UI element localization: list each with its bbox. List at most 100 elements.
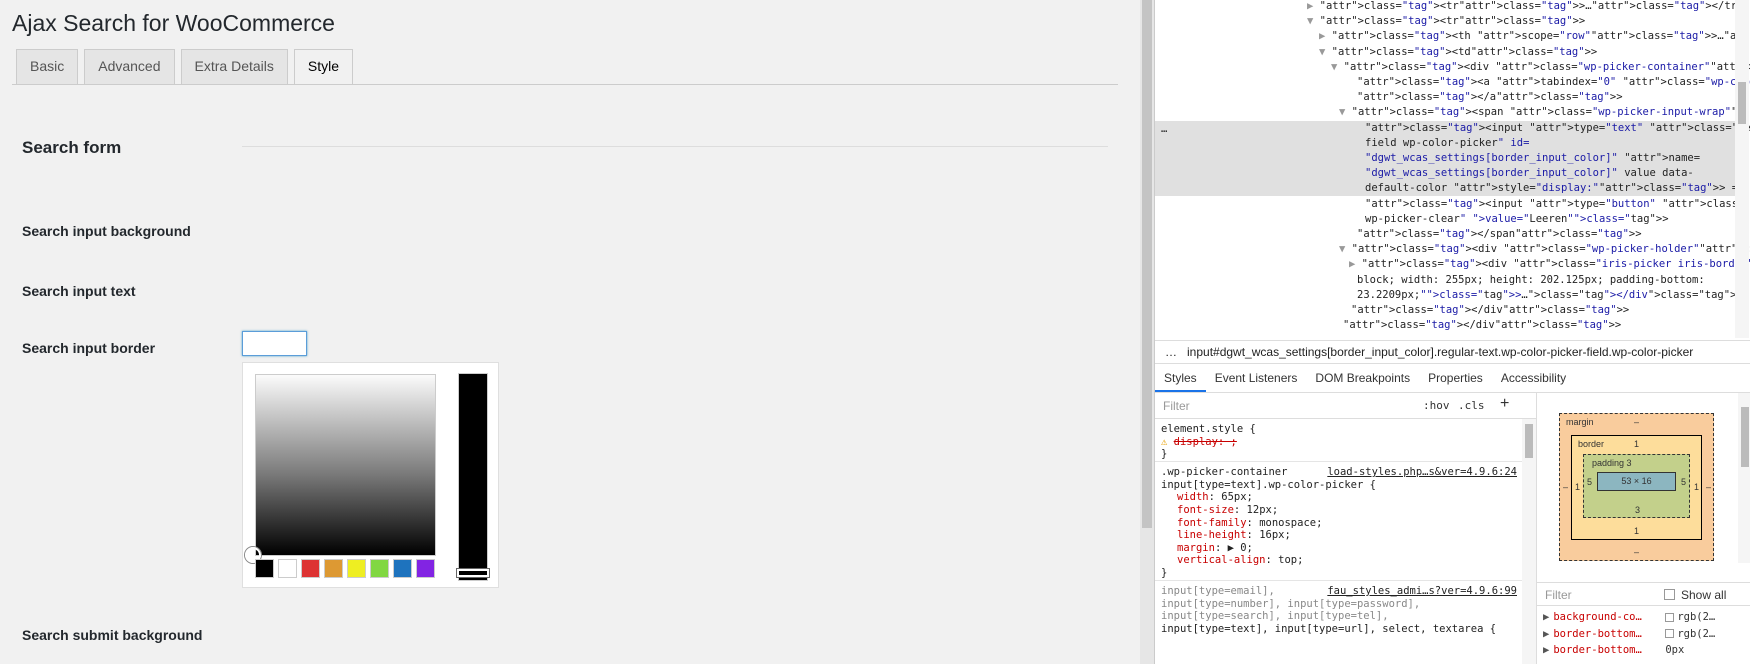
- computed-filter-bar: Filter Show all: [1537, 582, 1750, 606]
- page-scrollbar-thumb[interactable]: [1142, 0, 1152, 528]
- class-toggle[interactable]: .cls: [1458, 399, 1485, 412]
- selected-node-menu-icon[interactable]: …: [1161, 122, 1167, 137]
- margin-label: margin: [1566, 417, 1594, 427]
- tab-advanced[interactable]: Advanced: [84, 49, 175, 84]
- margin-left[interactable]: –: [1563, 482, 1568, 492]
- breadcrumb-selected-node[interactable]: input#dgwt_wcas_settings[border_input_co…: [1187, 345, 1693, 359]
- devtools-breadcrumb[interactable]: … input#dgwt_wcas_settings[border_input_…: [1155, 340, 1750, 364]
- tab-styles[interactable]: Styles: [1155, 364, 1206, 392]
- devtools-subtabs: Styles Event Listeners DOM Breakpoints P…: [1155, 364, 1750, 393]
- dom-node-line[interactable]: "attr">class="tag"></span"attr">class="t…: [1155, 227, 1735, 242]
- breadcrumb-ellipsis[interactable]: …: [1165, 345, 1177, 359]
- dom-node-line[interactable]: ▶ "attr">class="tag"><div "attr">class="…: [1155, 257, 1750, 272]
- dom-node-line[interactable]: ▼ "attr">class="tag"><span "attr">class=…: [1155, 105, 1750, 120]
- rule-close-brace[interactable]: }: [1161, 566, 1521, 580]
- dom-node-line[interactable]: "dgwt_wcas_settings[border_input_color]"…: [1155, 166, 1735, 182]
- dom-node-line[interactable]: "dgwt_wcas_settings[border_input_color]"…: [1155, 151, 1735, 166]
- rule-close-brace[interactable]: }: [1161, 447, 1521, 461]
- show-all-checkbox[interactable]: [1664, 589, 1675, 600]
- palette-swatch[interactable]: [324, 559, 343, 578]
- color-picker: [242, 362, 499, 588]
- elements-tree: ▶ "attr">class="tag"><tr"attr">class="ta…: [1155, 0, 1750, 338]
- border-label: border: [1578, 439, 1605, 449]
- tab-accessibility[interactable]: Accessibility: [1492, 364, 1575, 392]
- padding-label[interactable]: padding 3: [1592, 458, 1632, 468]
- box-model-scrollbar[interactable]: [1738, 393, 1750, 563]
- page-title: Ajax Search for WooCommerce: [12, 10, 335, 36]
- dom-node-line[interactable]: wp-picker-clear" ">value="Leeren"">class…: [1155, 212, 1735, 227]
- css-selector[interactable]: input[type=text], input[type=url], selec…: [1161, 622, 1521, 636]
- saturation-square[interactable]: [255, 374, 436, 556]
- label-search-input-background: Search input background: [22, 223, 191, 239]
- dom-node-line[interactable]: 23.2209px;"">class="tag">>…">class="tag"…: [1155, 288, 1743, 303]
- box-margin: margin – – – – border 1 1 1 1 padding 3 …: [1559, 413, 1714, 561]
- computed-property[interactable]: ▶ border-bottom… rgb(2…: [1543, 626, 1715, 642]
- computed-property[interactable]: ▶ border-bottom… 0px: [1543, 642, 1684, 658]
- color-palette: [255, 559, 435, 578]
- palette-swatch[interactable]: [416, 559, 435, 578]
- margin-right[interactable]: –: [1706, 482, 1711, 492]
- palette-swatch[interactable]: [278, 559, 297, 578]
- palette-swatch[interactable]: [347, 559, 366, 578]
- dom-node-line[interactable]: "attr">class="tag"><a "attr">tabindex="0…: [1155, 75, 1750, 90]
- hue-slider-handle[interactable]: [457, 569, 489, 577]
- tab-basic[interactable]: Basic: [16, 49, 79, 84]
- settings-tabs: Basic Advanced Extra Details Style: [16, 49, 353, 85]
- margin-bottom[interactable]: –: [1634, 547, 1639, 557]
- border-color-input[interactable]: [242, 331, 307, 356]
- margin-top[interactable]: –: [1634, 417, 1639, 427]
- show-all-label[interactable]: Show all: [1681, 588, 1726, 602]
- dom-node-line[interactable]: ▼ "attr">class="tag"><div "attr">class="…: [1155, 60, 1750, 75]
- hue-strip[interactable]: [458, 373, 488, 581]
- tab-event-listeners[interactable]: Event Listeners: [1206, 364, 1307, 392]
- palette-swatch[interactable]: [301, 559, 320, 578]
- dom-node-line[interactable]: ▼ "attr">class="tag"><div "attr">class="…: [1155, 242, 1750, 257]
- dom-node-line[interactable]: ▼ "attr">class="tag"><td"attr">class="ta…: [1155, 45, 1735, 60]
- palette-swatch[interactable]: [393, 559, 412, 578]
- box-padding: padding 3 3 5 5 53 × 16: [1583, 454, 1690, 518]
- dom-node-line[interactable]: ▶ "attr">class="tag"><tr"attr">class="ta…: [1155, 0, 1750, 14]
- dom-node-line[interactable]: field wp-color-picker" id=: [1155, 135, 1735, 151]
- border-top[interactable]: 1: [1634, 439, 1639, 449]
- box-content-size[interactable]: 53 × 16: [1597, 472, 1676, 491]
- box-model-pane: margin – – – – border 1 1 1 1 padding 3 …: [1536, 393, 1750, 664]
- rule-separator: [1155, 580, 1522, 581]
- devtools-panel: ▶ "attr">class="tag"><tr"attr">class="ta…: [1154, 0, 1750, 664]
- box-model-scrollbar-thumb[interactable]: [1741, 407, 1749, 467]
- padding-right[interactable]: 5: [1681, 477, 1686, 487]
- border-bottom[interactable]: 1: [1634, 526, 1639, 536]
- dom-node-line[interactable]: "attr">class="tag"><input "attr">type="b…: [1155, 197, 1750, 212]
- palette-swatch[interactable]: [370, 559, 389, 578]
- page-scrollbar[interactable]: [1140, 0, 1154, 664]
- new-rule-icon[interactable]: +: [1500, 395, 1509, 413]
- computed-filter-input[interactable]: Filter: [1545, 588, 1572, 602]
- dom-node-line[interactable]: "attr">class="tag"></a"attr">class="tag"…: [1155, 90, 1735, 105]
- box-border: border 1 1 1 1 padding 3 3 5 5 53 × 16: [1571, 435, 1702, 540]
- computed-property[interactable]: ▶ background-co… rgb(2…: [1543, 609, 1715, 625]
- padding-left[interactable]: 5: [1587, 477, 1592, 487]
- tab-style[interactable]: Style: [293, 49, 353, 85]
- hover-state-toggle[interactable]: :hov: [1423, 399, 1450, 412]
- styles-scrollbar-thumb[interactable]: [1525, 424, 1533, 458]
- palette-swatch[interactable]: [255, 559, 274, 578]
- section-title: Search form: [22, 138, 122, 157]
- tab-properties[interactable]: Properties: [1419, 364, 1492, 392]
- dom-node-line[interactable]: "attr">class="tag"></div"attr">class="ta…: [1155, 318, 1735, 333]
- styles-filter-input[interactable]: Filter: [1163, 399, 1190, 413]
- dom-node-line[interactable]: ▼ "attr">class="tag"><tr"attr">class="ta…: [1155, 14, 1735, 29]
- tab-dom-breakpoints[interactable]: DOM Breakpoints: [1306, 364, 1419, 392]
- tab-extra-details[interactable]: Extra Details: [180, 49, 288, 84]
- label-search-input-text: Search input text: [22, 283, 136, 299]
- border-left[interactable]: 1: [1575, 482, 1580, 492]
- elements-scrollbar-thumb[interactable]: [1738, 82, 1746, 124]
- dom-node-line[interactable]: "attr">class="tag"></div"attr">class="ta…: [1155, 303, 1735, 318]
- dom-node-line[interactable]: "attr">class="tag"><input "attr">type="t…: [1155, 120, 1750, 136]
- tabs-divider: [12, 84, 1118, 85]
- border-right[interactable]: 1: [1694, 482, 1699, 492]
- dom-node-line[interactable]: default-color "attr">style="display:""at…: [1155, 181, 1744, 197]
- padding-bottom[interactable]: 3: [1635, 505, 1640, 515]
- elements-scrollbar[interactable]: [1735, 0, 1749, 338]
- styles-scrollbar[interactable]: [1522, 419, 1536, 664]
- dom-node-line[interactable]: ▶ "attr">class="tag"><th "attr">scope="r…: [1155, 29, 1750, 44]
- dom-node-line[interactable]: block; width: 255px; height: 202.125px; …: [1155, 273, 1735, 288]
